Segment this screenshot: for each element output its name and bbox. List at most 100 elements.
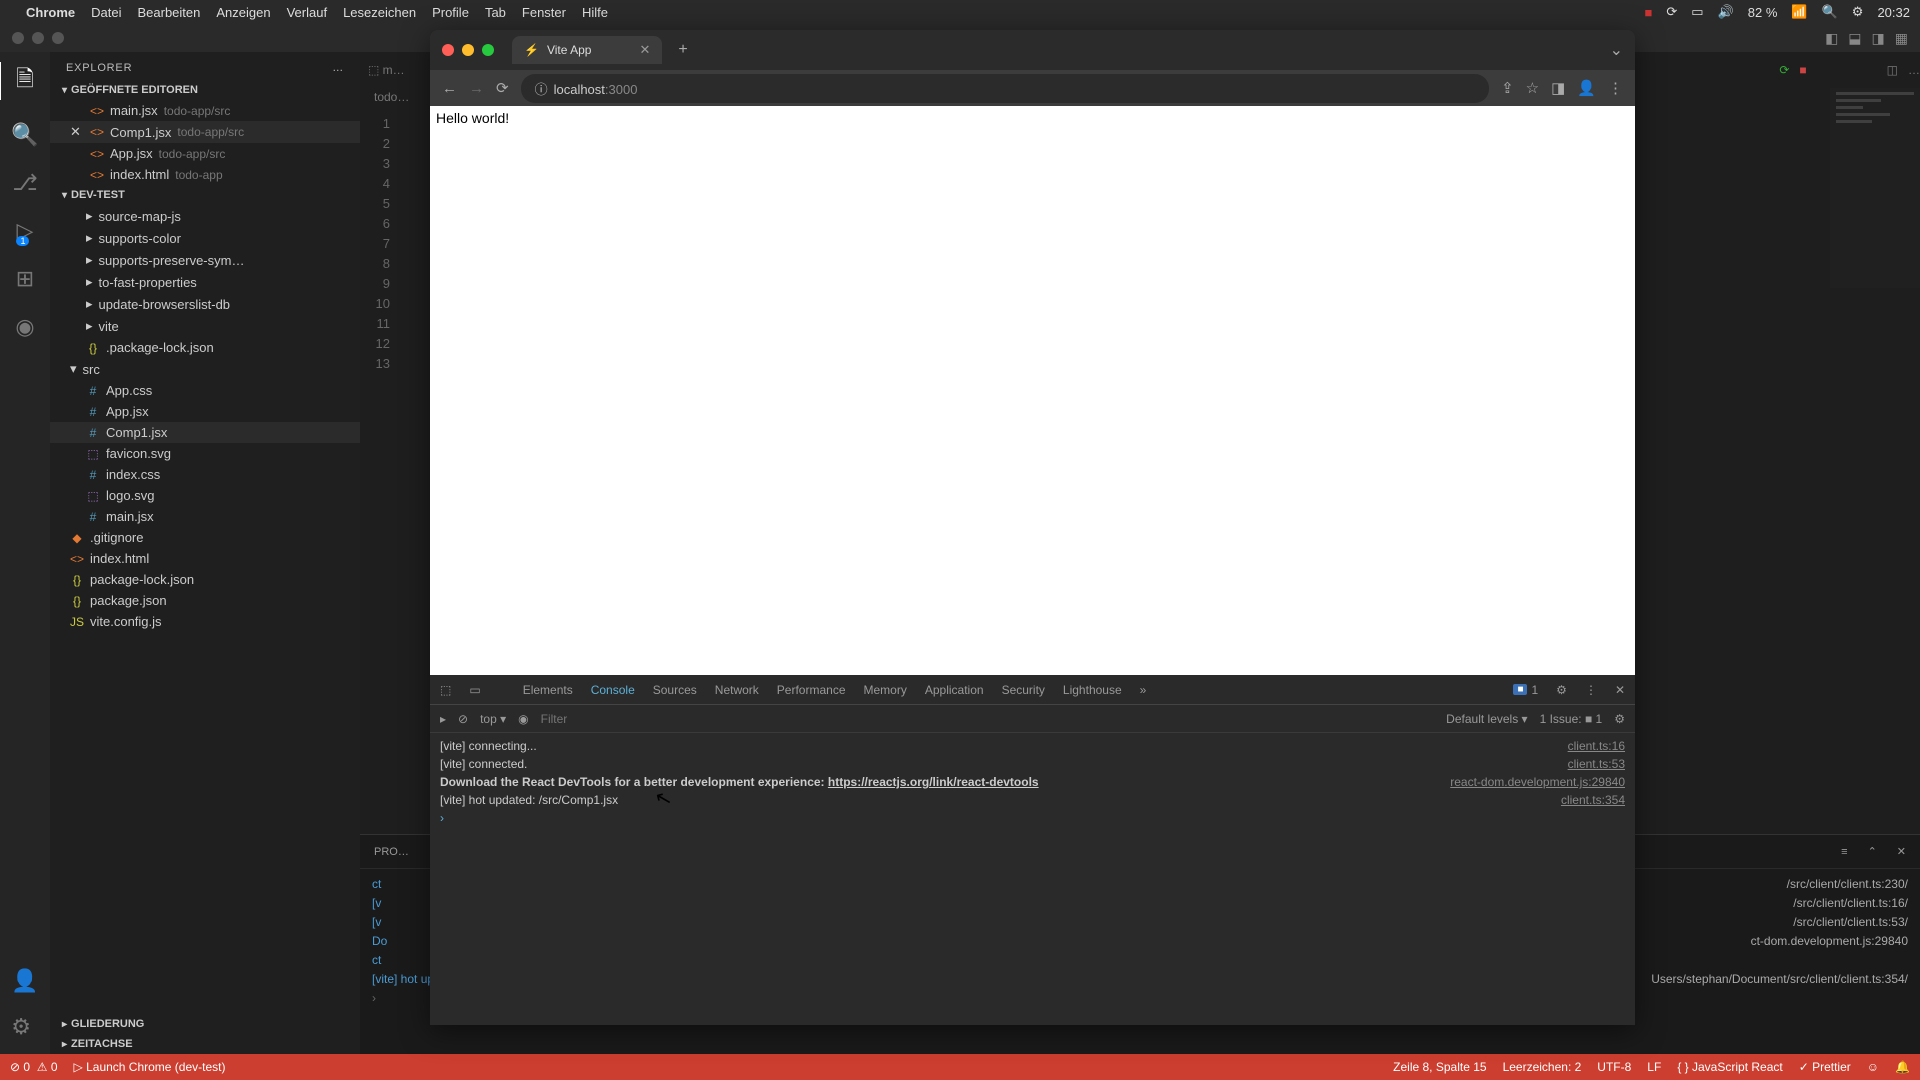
tab-list-icon[interactable]: ⌄ [1610,40,1623,60]
editor-tab[interactable]: ⬚ m… [368,63,405,77]
inspect-icon[interactable]: ⬚ [440,683,451,697]
status-lang[interactable]: { } JavaScript React [1677,1060,1782,1074]
dt-tab-sources[interactable]: Sources [653,683,697,697]
back-icon[interactable]: ← [442,80,457,97]
dt-tab-application[interactable]: Application [925,683,984,697]
folder-item[interactable]: ▾src [50,358,360,380]
side-panel-icon[interactable]: ◨ [1551,79,1565,97]
status-eol[interactable]: LF [1647,1060,1661,1074]
site-info-icon[interactable]: ⓘ [535,82,548,97]
file-item[interactable]: #index.css [50,464,360,485]
profile-icon[interactable]: 👤 [1577,79,1596,97]
debug-stop-icon[interactable]: ■ [1799,63,1806,77]
menu-datei[interactable]: Datei [91,5,121,20]
filter-input[interactable] [541,712,1435,726]
dt-tab-memory[interactable]: Memory [864,683,907,697]
layout-panel-right-icon[interactable]: ◨ [1872,30,1885,47]
status-spaces[interactable]: Leerzeichen: 2 [1503,1060,1582,1074]
file-item[interactable]: {}package.json [50,590,360,611]
status-record-icon[interactable]: ■ [1645,5,1653,20]
status-bell-icon[interactable]: 🔔 [1895,1060,1910,1074]
status-search-icon[interactable]: 🔍 [1822,4,1838,20]
folder-item[interactable]: ▸to-fast-properties [50,271,360,293]
address-bar[interactable]: ⓘlocalhost:3000 [521,74,1490,103]
menu-fenster[interactable]: Fenster [522,5,566,20]
open-editor-item[interactable]: ✕<>Comp1.jsx todo-app/src [50,121,360,143]
folder-item[interactable]: ▸vite [50,315,360,337]
menu-anzeigen[interactable]: Anzeigen [216,5,270,20]
chrome-menu-icon[interactable]: ⋮ [1608,79,1623,97]
dt-tabs-more-icon[interactable]: » [1140,683,1147,697]
open-editor-item[interactable]: <>App.jsx todo-app/src [50,143,360,164]
debug-restart-icon[interactable]: ⟳ [1779,63,1789,77]
vscode-traffic-lights[interactable] [12,32,64,44]
search-icon[interactable]: 🔍 [11,122,38,148]
explorer-icon[interactable]: 🗎 [0,62,49,100]
issues-link[interactable]: 1 Issue: ■ 1 [1540,712,1603,726]
menu-lesezeichen[interactable]: Lesezeichen [343,5,416,20]
explorer-more-icon[interactable]: … [332,62,344,74]
folder-item[interactable]: ▸supports-color [50,227,360,249]
file-item[interactable]: <>index.html [50,548,360,569]
tab-close-icon[interactable]: ✕ [639,42,650,58]
dt-tab-security[interactable]: Security [1002,683,1045,697]
status-wifi-icon[interactable]: 📶 [1791,4,1807,20]
status-sync-icon[interactable]: ⟳ [1666,4,1677,20]
dt-tab-elements[interactable]: Elements [523,683,573,697]
open-editor-item[interactable]: <>main.jsx todo-app/src [50,100,360,121]
live-expression-icon[interactable]: ◉ [518,712,528,726]
device-toggle-icon[interactable]: ▭ [469,683,480,697]
file-item[interactable]: #main.jsx [50,506,360,527]
folder-item[interactable]: ▸source-map-js [50,205,360,227]
dt-issues-counter[interactable]: ■1 [1513,683,1538,697]
new-tab-icon[interactable]: + [678,41,687,59]
dt-more-icon[interactable]: ⋮ [1585,683,1597,697]
dt-settings-icon[interactable]: ⚙ [1556,683,1567,697]
status-volume-icon[interactable]: 🔊 [1718,4,1734,20]
menu-verlauf[interactable]: Verlauf [287,5,327,20]
bookmark-icon[interactable]: ☆ [1526,79,1539,97]
file-item[interactable]: {}.package-lock.json [50,337,360,358]
menu-tab[interactable]: Tab [485,5,506,20]
status-control-center-icon[interactable]: ⚙ [1852,4,1864,20]
split-editor-icon[interactable]: ◫ [1887,63,1898,77]
status-errors[interactable]: ⊘ 0 ⚠ 0 [10,1060,58,1074]
editor-more-icon[interactable]: … [1908,63,1920,77]
dt-tab-console[interactable]: Console [591,683,635,697]
minimap[interactable] [1830,88,1920,288]
layout-panel-left-icon[interactable]: ◧ [1825,30,1838,47]
extensions-icon[interactable]: ⊞ [16,266,34,292]
terminal-collapse-icon[interactable]: ⌃ [1868,845,1877,858]
run-debug-icon[interactable]: ▷1 [17,218,34,244]
status-prettier[interactable]: ✓ Prettier [1799,1060,1851,1074]
file-item[interactable]: #App.jsx [50,401,360,422]
share-icon[interactable]: ⇪ [1501,79,1514,97]
layout-customize-icon[interactable]: ▦ [1895,30,1908,47]
status-encoding[interactable]: UTF-8 [1597,1060,1631,1074]
layout-panel-bottom-icon[interactable]: ⬓ [1848,30,1861,47]
open-editor-item[interactable]: <>index.html todo-app [50,164,360,185]
chrome-traffic-lights[interactable] [442,44,494,56]
folder-item[interactable]: ▸update-browserslist-db [50,293,360,315]
dt-tab-lighthouse[interactable]: Lighthouse [1063,683,1122,697]
outline-header[interactable]: ▸GLIEDERUNG [50,1014,360,1034]
dt-tab-network[interactable]: Network [715,683,759,697]
file-item[interactable]: ⬚favicon.svg [50,443,360,464]
menu-profile[interactable]: Profile [432,5,469,20]
console-settings-icon[interactable]: ⚙ [1614,712,1625,726]
chrome-tab[interactable]: ⚡ Vite App ✕ [512,36,662,64]
timeline-header[interactable]: ▸ZEITACHSE [50,1034,360,1054]
file-item[interactable]: {}package-lock.json [50,569,360,590]
status-cursor[interactable]: Zeile 8, Spalte 15 [1393,1060,1486,1074]
terminal-filter-icon[interactable]: ≡ [1841,846,1847,858]
reload-icon[interactable]: ⟳ [496,79,509,97]
status-battery[interactable]: 82 % [1748,5,1778,20]
status-display-icon[interactable]: ▭ [1691,4,1703,20]
console-sidebar-icon[interactable]: ▸ [440,712,446,726]
menu-hilfe[interactable]: Hilfe [582,5,608,20]
dt-close-icon[interactable]: ✕ [1615,683,1625,697]
folder-item[interactable]: ▸supports-preserve-sym… [50,249,360,271]
file-item[interactable]: JSvite.config.js [50,611,360,632]
settings-icon[interactable]: ⚙ [11,1014,38,1040]
source-control-icon[interactable]: ⎇ [12,170,37,196]
